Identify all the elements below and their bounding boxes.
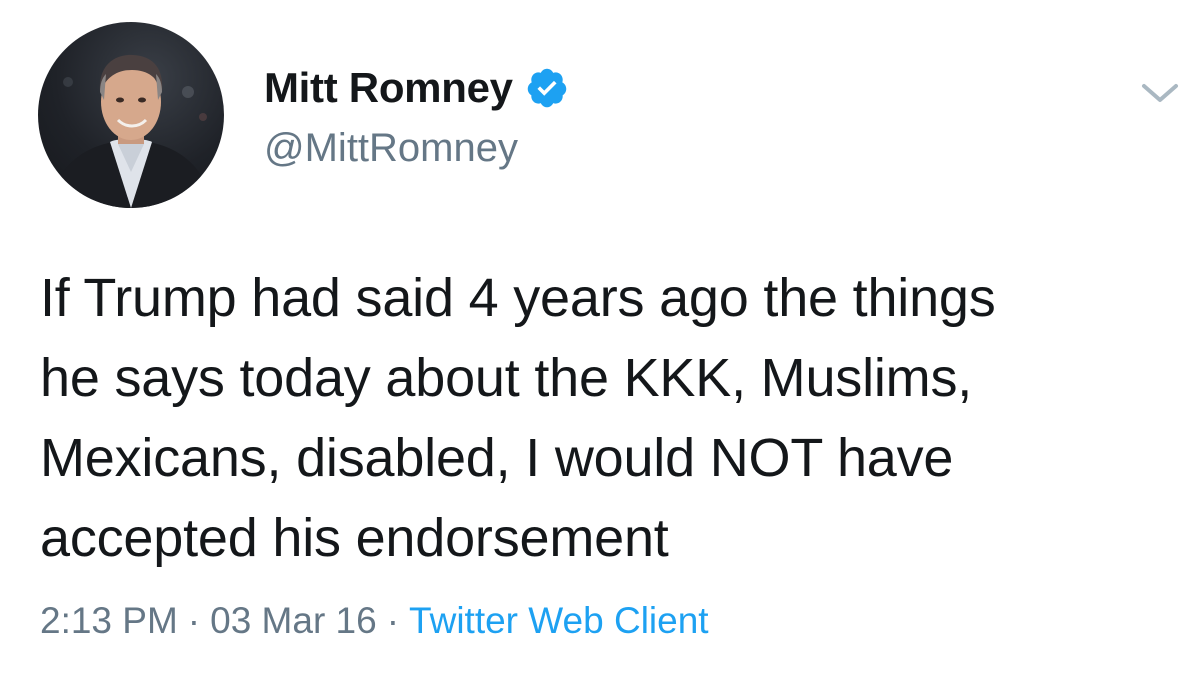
chevron-down-icon[interactable] bbox=[1140, 78, 1180, 108]
tweet-metadata: 2:13 PM · 03 Mar 16 · Twitter Web Client bbox=[40, 600, 709, 642]
tweet-header: Mitt Romney @MittRomney bbox=[264, 62, 569, 171]
name-row: Mitt Romney bbox=[264, 62, 569, 114]
verified-badge-icon bbox=[525, 66, 569, 110]
tweet-text-line: he says today about the KKK, Muslims, bbox=[40, 348, 973, 408]
display-name[interactable]: Mitt Romney bbox=[264, 64, 513, 112]
tweet-text: If Trump had said 4 years ago the things… bbox=[40, 258, 1190, 578]
tweet-card: Mitt Romney @MittRomney If Trump had sai… bbox=[0, 0, 1200, 675]
avatar-photo bbox=[48, 54, 214, 208]
tweet-time[interactable]: 2:13 PM bbox=[40, 600, 178, 641]
avatar[interactable] bbox=[38, 22, 224, 208]
meta-separator: · bbox=[386, 600, 400, 641]
tweet-text-line: If Trump had said 4 years ago the things bbox=[40, 268, 996, 328]
tweet-text-line: Mexicans, disabled, I would NOT have bbox=[40, 428, 954, 488]
tweet-date[interactable]: 03 Mar 16 bbox=[210, 600, 377, 641]
user-handle[interactable]: @MittRomney bbox=[264, 126, 569, 171]
meta-separator: · bbox=[187, 600, 201, 641]
tweet-client-link[interactable]: Twitter Web Client bbox=[409, 600, 709, 641]
tweet-text-line: accepted his endorsement bbox=[40, 508, 669, 568]
